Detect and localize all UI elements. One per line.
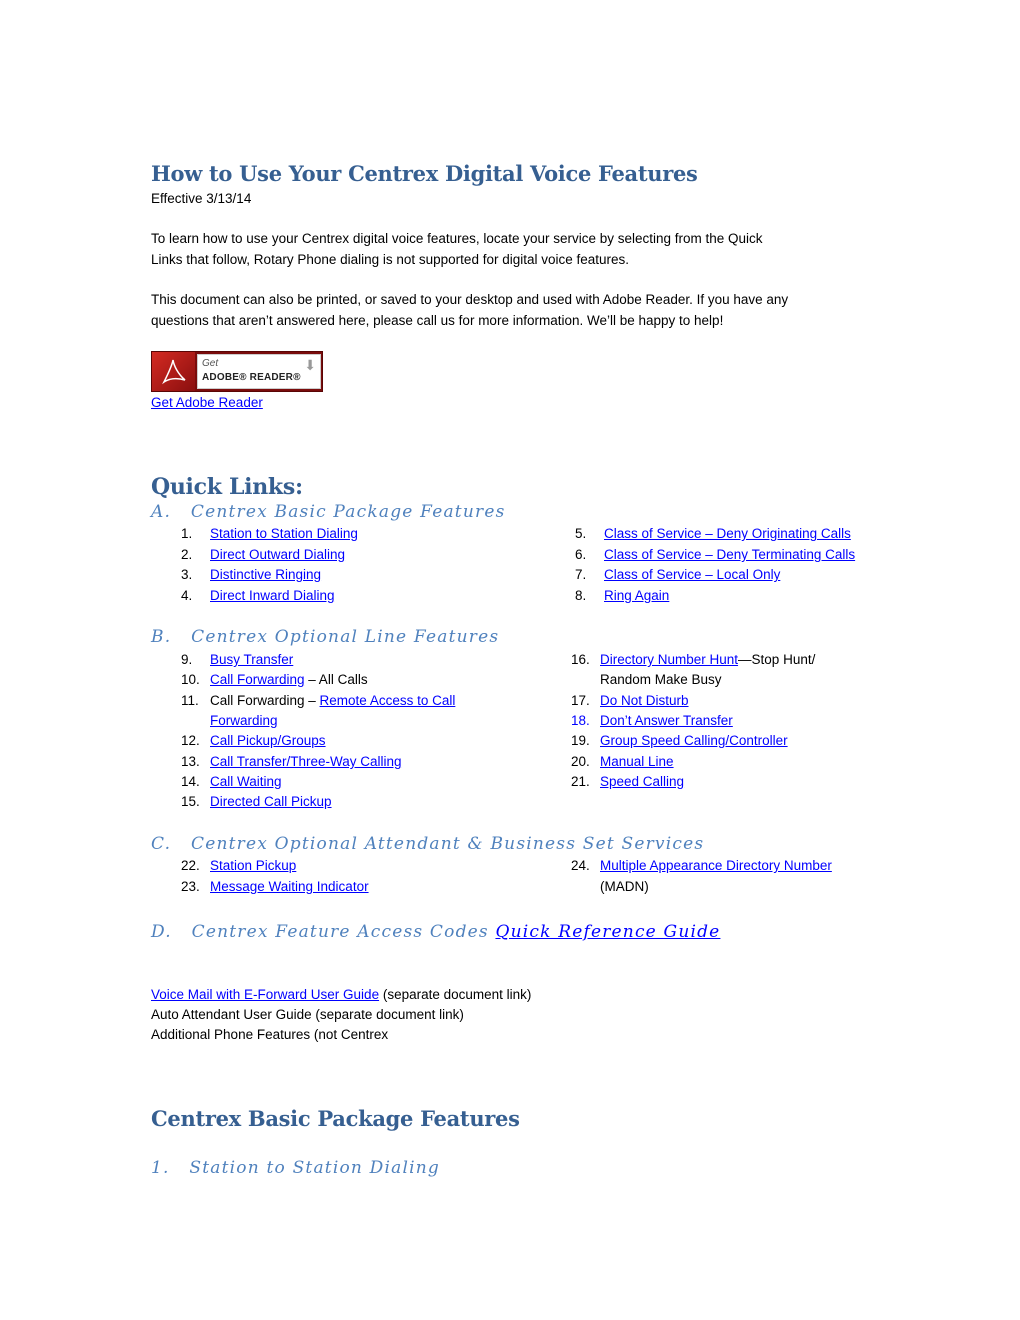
item-number: 19.: [571, 733, 590, 748]
section-c-heading: C. Centrex Optional Attendant & Business…: [151, 834, 705, 854]
item-number: 11.: [181, 693, 199, 708]
voice-mail-line: Voice Mail with E-Forward User Guide (se…: [151, 985, 531, 1006]
link-group-speed-calling[interactable]: Group Speed Calling/Controller: [600, 731, 788, 752]
link-direct-inward-dialing[interactable]: Direct Inward Dialing: [210, 586, 335, 607]
intro-paragraph-2: This document can also be printed, or sa…: [151, 290, 788, 331]
item-number: 14.: [181, 774, 200, 789]
link-madn[interactable]: Multiple Appearance Directory Number: [600, 856, 832, 877]
item-text-line-2: (MADN): [600, 879, 649, 894]
section-b-heading: B. Centrex Optional Line Features: [151, 627, 500, 647]
get-adobe-reader-badge[interactable]: Get ADOBE® READER® ⬇: [151, 351, 323, 392]
link-call-waiting[interactable]: Call Waiting: [210, 772, 282, 793]
link-quick-reference-guide[interactable]: Quick Reference Guide: [495, 922, 720, 942]
item-suffix: – All Calls: [304, 672, 368, 687]
item-number: 8.: [575, 588, 587, 603]
item-number: 13.: [181, 754, 200, 769]
section-a-heading: A. Centrex Basic Package Features: [151, 502, 506, 522]
adobe-badge-get: Get: [202, 358, 219, 369]
item-number: 9.: [181, 652, 193, 667]
item-number: 22.: [181, 858, 200, 873]
item-number: 20.: [571, 754, 590, 769]
item-number: 6.: [575, 547, 587, 562]
intro-paragraph-1-line-1: To learn how to use your Centrex digital…: [151, 231, 763, 246]
item-number: 23.: [181, 879, 200, 894]
item-number: 2.: [181, 547, 193, 562]
item-prefix: Call Forwarding –: [210, 693, 320, 708]
item-number: 4.: [181, 588, 193, 603]
link-cos-local-only[interactable]: Class of Service – Local Only: [604, 565, 780, 586]
link-directed-call-pickup[interactable]: Directed Call Pickup: [210, 792, 332, 813]
link-directory-number-hunt[interactable]: Directory Number Hunt: [600, 652, 738, 667]
station-to-station-subheading: 1. Station to Station Dialing: [151, 1158, 440, 1178]
link-call-pickup-groups[interactable]: Call Pickup/Groups: [210, 731, 326, 752]
item-number: 18.: [571, 713, 590, 728]
item-text: Directory Number Hunt—Stop Hunt/: [600, 650, 815, 671]
intro-paragraph-2-line-2: questions that aren’t answered here, ple…: [151, 312, 724, 328]
item-number: 17.: [571, 693, 590, 708]
link-speed-calling[interactable]: Speed Calling: [600, 772, 684, 793]
item-number: 10.: [181, 672, 200, 687]
item-number: 16.: [571, 652, 590, 667]
item-number: 5.: [575, 526, 587, 541]
download-arrow-icon: ⬇: [304, 357, 316, 373]
link-dont-answer-transfer[interactable]: Don’t Answer Transfer: [600, 711, 733, 732]
voice-mail-suffix: (separate document link): [379, 987, 532, 1002]
link-voice-mail-e-forward[interactable]: Voice Mail with E-Forward User Guide: [151, 987, 379, 1002]
link-remote-access-call-forwarding[interactable]: Remote Access to Call: [320, 693, 456, 708]
link-message-waiting-indicator[interactable]: Message Waiting Indicator: [210, 877, 369, 898]
adobe-logo-icon: [152, 352, 195, 391]
quick-links-heading: Quick Links:: [151, 474, 303, 500]
item-number: 7.: [575, 567, 587, 582]
link-cos-deny-terminating[interactable]: Class of Service – Deny Terminating Call…: [604, 545, 855, 566]
item-suffix: —Stop Hunt/: [738, 652, 816, 667]
link-do-not-disturb[interactable]: Do Not Disturb: [600, 691, 689, 712]
link-station-to-station-dialing[interactable]: Station to Station Dialing: [210, 524, 358, 545]
auto-attendant-line: Auto Attendant User Guide (separate docu…: [151, 1007, 464, 1022]
page-title: How to Use Your Centrex Digital Voice Fe…: [151, 161, 698, 186]
link-distinctive-ringing[interactable]: Distinctive Ringing: [210, 565, 321, 586]
intro-paragraph-1-line-2: Links that follow, Rotary Phone dialing …: [151, 251, 630, 267]
link-direct-outward-dialing[interactable]: Direct Outward Dialing: [210, 545, 345, 566]
item-number: 21.: [571, 774, 590, 789]
get-adobe-reader-link[interactable]: Get Adobe Reader: [151, 393, 263, 414]
link-call-forwarding[interactable]: Call Forwarding: [210, 672, 305, 687]
item-text: Call Forwarding – All Calls: [210, 670, 368, 691]
intro-paragraph-2-line-1: This document can also be printed, or sa…: [151, 292, 789, 307]
link-busy-transfer[interactable]: Busy Transfer: [210, 650, 293, 671]
intro-paragraph-1: To learn how to use your Centrex digital…: [151, 229, 763, 270]
link-cos-deny-originating[interactable]: Class of Service – Deny Originating Call…: [604, 524, 851, 545]
link-manual-line[interactable]: Manual Line: [600, 752, 674, 773]
item-text-line-2: Random Make Busy: [600, 672, 722, 687]
item-number: 24.: [571, 858, 590, 873]
link-ring-again[interactable]: Ring Again: [604, 586, 669, 607]
section-d-label: D. Centrex Feature Access Codes: [151, 922, 496, 942]
link-remote-access-call-forwarding-line-2[interactable]: Forwarding: [210, 711, 278, 732]
adobe-badge-label: Get ADOBE® READER® ⬇: [197, 354, 321, 389]
effective-date: Effective 3/13/14: [151, 191, 252, 206]
item-text: Call Forwarding – Remote Access to Call: [210, 691, 455, 712]
link-station-pickup[interactable]: Station Pickup: [210, 856, 296, 877]
adobe-badge-name: ADOBE® READER®: [202, 372, 301, 383]
item-number: 15.: [181, 794, 200, 809]
item-number: 3.: [181, 567, 193, 582]
additional-features-line: Additional Phone Features (not Centrex: [151, 1027, 389, 1042]
section-d-heading: D. Centrex Feature Access Codes Quick Re…: [151, 922, 720, 942]
item-number: 12.: [181, 733, 200, 748]
basic-package-heading: Centrex Basic Package Features: [151, 1106, 520, 1131]
item-number: 1.: [181, 526, 193, 541]
link-call-transfer-three-way[interactable]: Call Transfer/Three-Way Calling: [210, 752, 402, 773]
